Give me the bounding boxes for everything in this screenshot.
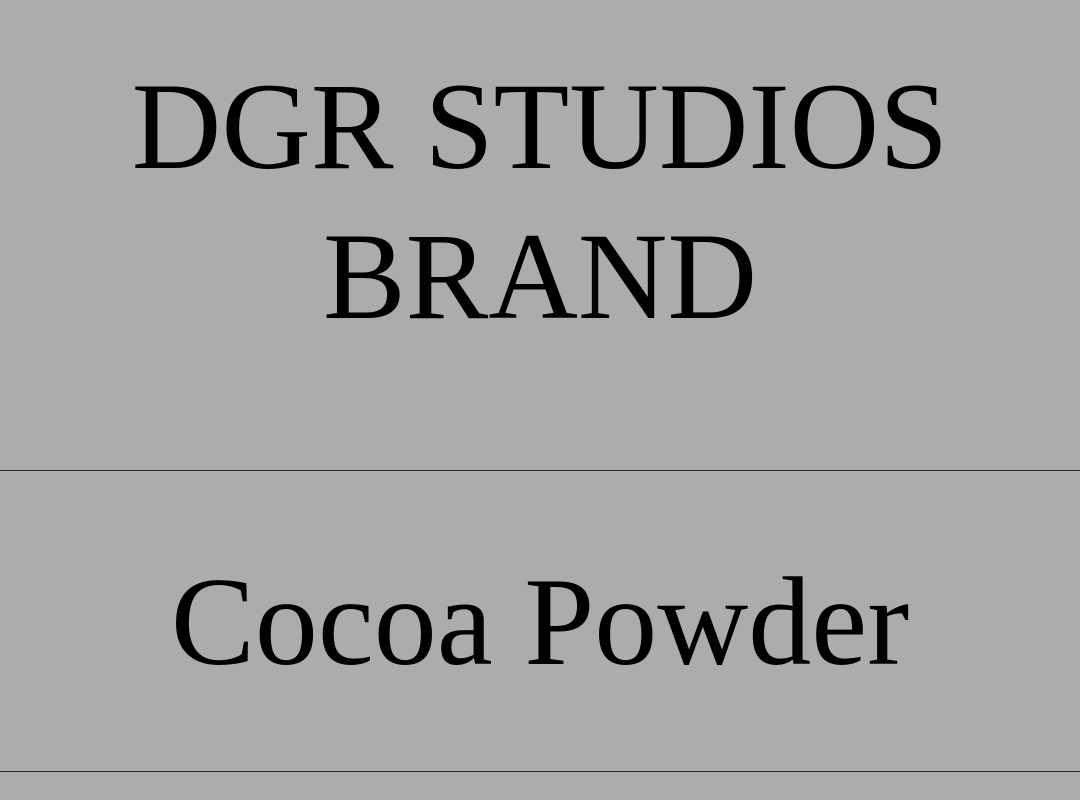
brand-title: DGR STUDIOS BRAND bbox=[0, 52, 1080, 352]
brand-panel: DGR STUDIOS BRAND bbox=[0, 0, 1080, 470]
top-divider bbox=[0, 470, 1080, 471]
brand-title-line-2: BRAND bbox=[322, 208, 758, 345]
bottom-divider bbox=[0, 771, 1080, 772]
product-name: Cocoa Powder bbox=[170, 553, 910, 692]
brand-title-line-1: DGR STUDIOS bbox=[131, 58, 949, 195]
